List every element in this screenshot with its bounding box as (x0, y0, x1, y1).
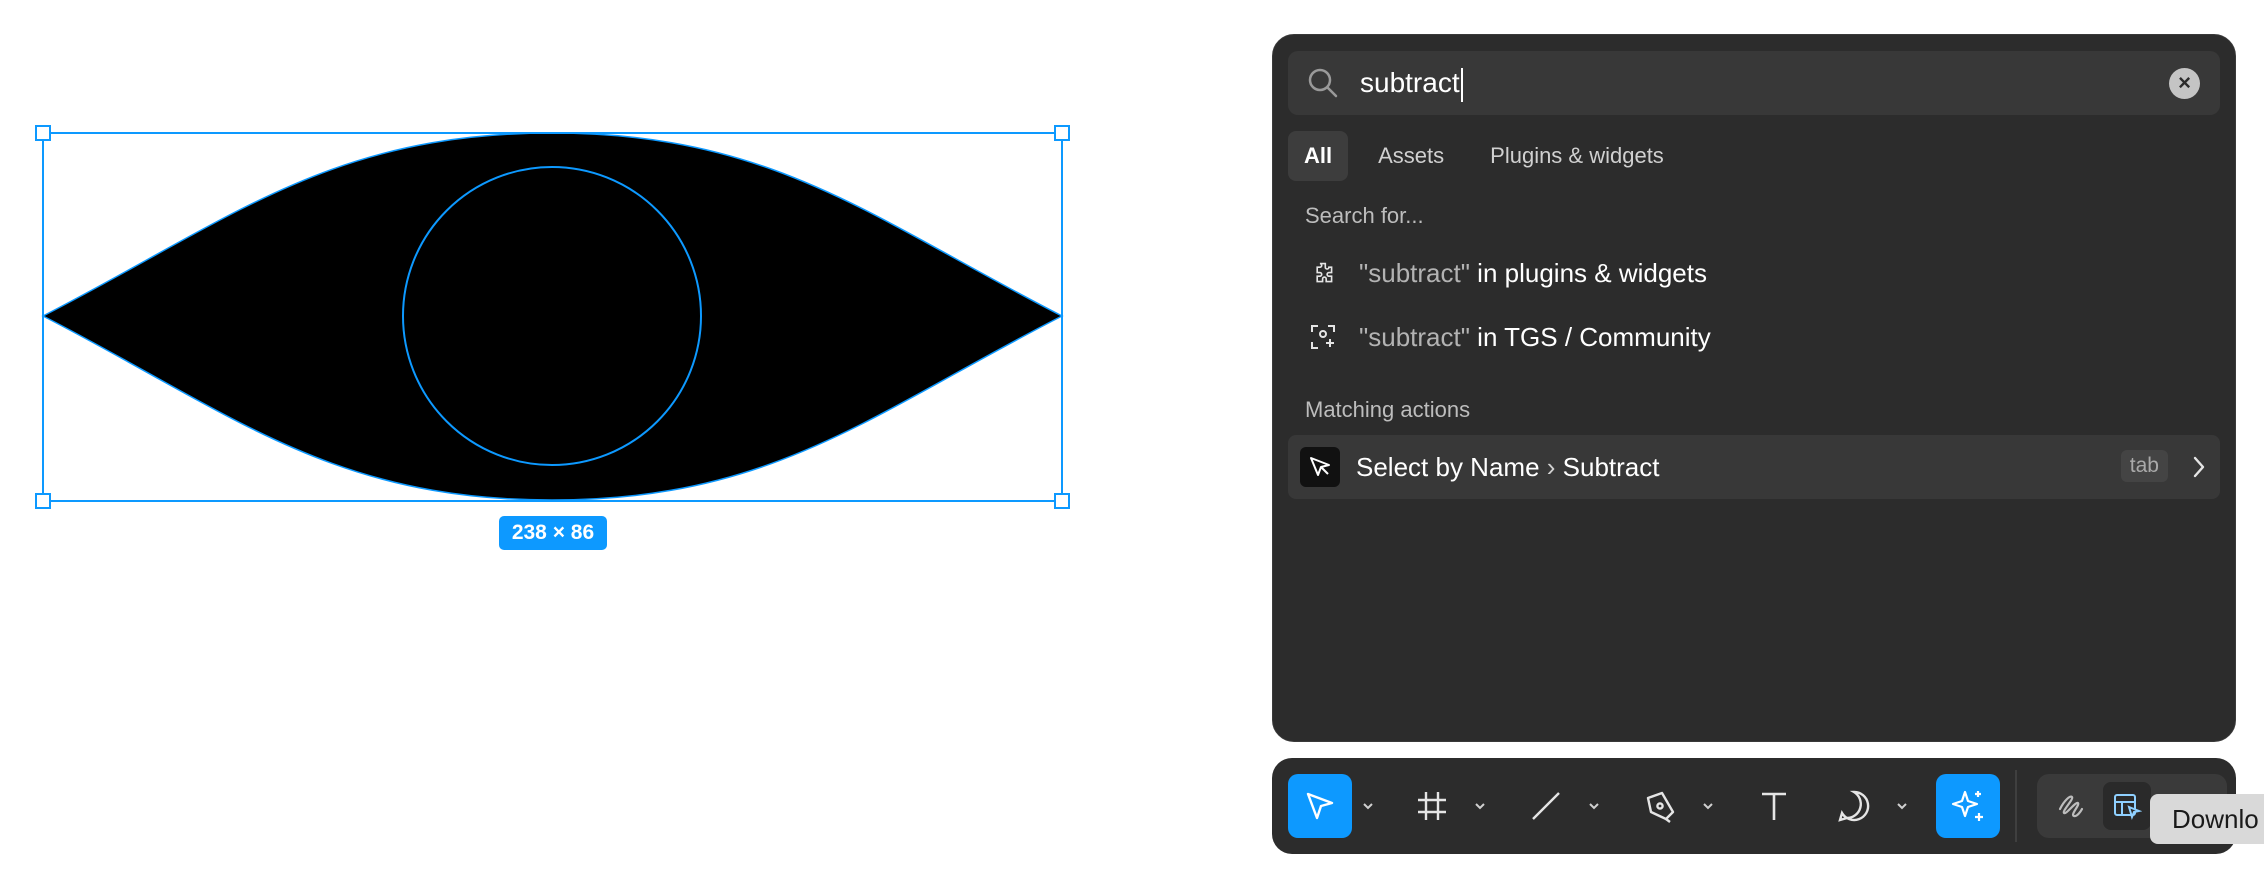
action-label: Select by Name (1356, 451, 1540, 482)
matching-actions-label: Matching actions (1305, 397, 1471, 422)
draw-icon (2058, 795, 2084, 818)
comment-icon (1838, 790, 1870, 822)
resize-handle-bottom-left[interactable] (35, 493, 51, 509)
tab-assets[interactable]: Assets (1362, 131, 1460, 181)
action-sub-label: Subtract (1555, 451, 1660, 482)
line-icon (1532, 792, 1560, 820)
tab-key-hint: tab (2120, 450, 2168, 482)
search-icon (1306, 66, 1340, 105)
pen-icon (1646, 791, 1675, 823)
cursor-icon (1306, 792, 1334, 820)
quick-actions-palette: subtract × All Assets Plugins & widgets … (1272, 34, 2236, 742)
community-icon (1303, 323, 1343, 351)
pen-tool-dropdown[interactable] (1696, 774, 1720, 838)
dev-mode-button[interactable] (2103, 782, 2151, 830)
tab-plugins-widgets[interactable]: Plugins & widgets (1474, 131, 1680, 181)
close-icon[interactable]: × (2169, 68, 2200, 99)
search-input[interactable]: subtract (1360, 51, 1463, 115)
selected-shape-group[interactable] (0, 0, 1200, 878)
frame-tool[interactable] (1400, 774, 1464, 838)
text-icon (1762, 792, 1786, 820)
toolbar-divider (2015, 770, 2017, 842)
plugin-icon (1303, 260, 1343, 286)
chevron-down-icon (1475, 803, 1485, 810)
scope-text: in TGS / Community (1469, 321, 1711, 352)
search-for-label: Search for... (1305, 203, 1424, 228)
search-community-row[interactable]: "subtract" in TGS / Community (1288, 305, 2220, 369)
frame-icon (1418, 792, 1446, 820)
text-tool[interactable] (1742, 774, 1806, 838)
line-tool-dropdown[interactable] (1582, 774, 1606, 838)
draw-mode-button[interactable] (2047, 782, 2095, 830)
chevron-down-icon (1589, 803, 1599, 810)
tab-all[interactable]: All (1288, 131, 1349, 181)
filter-tabs: All Assets Plugins & widgets (1288, 131, 1694, 181)
sparkle-icon (1951, 790, 1983, 821)
query-text: "subtract" (1359, 257, 1470, 288)
chevron-right-icon: › (1539, 451, 1556, 482)
frame-tool-dropdown[interactable] (1468, 774, 1492, 838)
search-plugins-row[interactable]: "subtract" in plugins & widgets (1288, 241, 2220, 305)
dimension-badge: 238 × 86 (499, 516, 607, 550)
chevron-right-icon (2192, 455, 2206, 484)
action-select-by-name[interactable]: Select by Name › Subtract tab (1288, 435, 2220, 499)
chevron-down-icon (1363, 803, 1373, 810)
search-bar[interactable]: subtract × (1288, 51, 2220, 115)
query-text: "subtract" (1359, 321, 1470, 352)
ai-tool[interactable] (1936, 774, 2000, 838)
move-tool-dropdown[interactable] (1356, 774, 1380, 838)
resize-handle-bottom-right[interactable] (1054, 493, 1070, 509)
select-by-name-icon (1300, 447, 1340, 487)
chevron-down-icon (1897, 803, 1907, 810)
eye-shape[interactable] (41, 132, 1064, 501)
resize-handle-top-right[interactable] (1054, 125, 1070, 141)
line-tool[interactable] (1514, 774, 1578, 838)
bottom-toolbar (1272, 758, 2236, 854)
scope-text: in plugins & widgets (1469, 257, 1707, 288)
dev-mode-icon (2114, 794, 2142, 821)
tooltip: Downlo (2150, 794, 2264, 844)
move-tool[interactable] (1288, 774, 1352, 838)
design-canvas[interactable]: 238 × 86 (0, 0, 1200, 878)
comment-tool-dropdown[interactable] (1890, 774, 1914, 838)
pen-tool[interactable] (1628, 774, 1692, 838)
resize-handle-top-left[interactable] (35, 125, 51, 141)
comment-tool[interactable] (1822, 774, 1886, 838)
text-caret (1460, 67, 1463, 102)
chevron-down-icon (1703, 803, 1713, 810)
